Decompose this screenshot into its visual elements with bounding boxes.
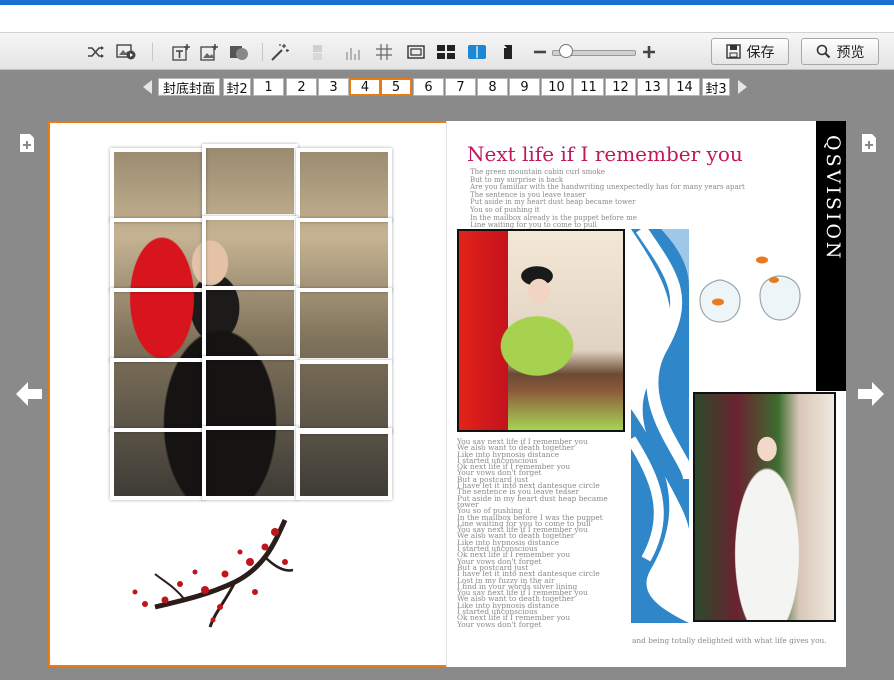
- save-icon: [725, 44, 741, 59]
- page-tab-6[interactable]: 6: [413, 78, 444, 96]
- page-tab-3[interactable]: 3: [318, 78, 349, 96]
- poem-text-bottom[interactable]: You say next life if I remember you We a…: [457, 438, 627, 629]
- save-button-label: 保存: [746, 44, 775, 61]
- photo-tile: [110, 148, 206, 222]
- poem-line: Put aside in my heart dust heap became: [457, 493, 608, 503]
- page-navigator: 封底封面 封2 1 2 3 4 5 6 7 8 9 10 11 12 13 14…: [0, 76, 894, 98]
- photo-tile: [110, 218, 206, 292]
- fishbowl-decoration[interactable]: [696, 250, 806, 330]
- menu-strip: [0, 5, 894, 32]
- musician-photo[interactable]: [457, 229, 625, 432]
- zoom-out-icon[interactable]: [530, 42, 550, 62]
- page-tab-cover[interactable]: 封底封面: [158, 78, 220, 97]
- album-title[interactable]: Next life if I remember you: [467, 142, 743, 166]
- page-tab-11[interactable]: 11: [573, 78, 604, 96]
- zoom-slider-handle[interactable]: [559, 44, 573, 58]
- photo-tile: [296, 148, 392, 222]
- layout-icon[interactable]: [436, 42, 456, 62]
- blue-swirl-decoration: [631, 229, 689, 623]
- toolbar: 保存 预览: [0, 32, 894, 70]
- photo-tile: [202, 144, 298, 218]
- photo-tile: [110, 428, 206, 500]
- photo-tile: [296, 428, 392, 500]
- page-tab-8[interactable]: 8: [477, 78, 508, 96]
- page-nav-next-arrow[interactable]: [738, 80, 747, 94]
- arrow-left-icon[interactable]: [15, 381, 43, 411]
- photo-tile: [202, 426, 298, 500]
- brand-logo-text: QSVISION: [822, 135, 844, 262]
- page-tab-13[interactable]: 13: [637, 78, 668, 96]
- add-page-right-icon[interactable]: [860, 133, 878, 157]
- image-video-icon[interactable]: [116, 42, 136, 62]
- page-tab-2[interactable]: 2: [286, 78, 317, 96]
- add-shape-icon[interactable]: [229, 42, 249, 62]
- photo-tile: [110, 288, 206, 362]
- bride-photo[interactable]: [693, 392, 836, 622]
- zoom-in-icon[interactable]: [639, 42, 659, 62]
- book-spread-icon[interactable]: [467, 42, 487, 62]
- page-tab-12[interactable]: 12: [605, 78, 636, 96]
- frame-icon[interactable]: [406, 42, 426, 62]
- magic-wand-icon[interactable]: [270, 42, 290, 62]
- preview-button-label: 预览: [836, 44, 865, 61]
- add-text-icon[interactable]: [172, 42, 192, 62]
- page-tab-back-inner-cover[interactable]: 封3: [702, 78, 730, 97]
- photo-tile: [296, 218, 392, 292]
- save-button[interactable]: 保存: [711, 38, 789, 65]
- toolbar-separator: [262, 43, 263, 61]
- photo-tile: [296, 288, 392, 362]
- page-nav-prev-arrow[interactable]: [143, 80, 152, 94]
- page-tab-1[interactable]: 1: [253, 78, 284, 96]
- bar-icon[interactable]: [344, 42, 364, 62]
- layer-icon[interactable]: [308, 42, 328, 62]
- page-tab-5[interactable]: 5: [380, 78, 412, 96]
- arrow-right-icon[interactable]: [857, 381, 885, 411]
- page-tab-10[interactable]: 10: [541, 78, 572, 96]
- photo-tile: [110, 358, 206, 432]
- poem-line: Your vows don't forget: [457, 619, 542, 629]
- photo-tile: [202, 216, 298, 290]
- photo-tile: [202, 356, 298, 430]
- single-page-icon[interactable]: [498, 42, 518, 62]
- album-spine: [446, 121, 447, 667]
- poem-text-top[interactable]: The green mountain cabin curl smoke But …: [470, 168, 800, 230]
- page-tab-14[interactable]: 14: [669, 78, 700, 96]
- add-image-icon[interactable]: [200, 42, 220, 62]
- shuffle-icon[interactable]: [86, 42, 106, 62]
- page-tab-4[interactable]: 4: [349, 78, 381, 96]
- photo-tile: [202, 286, 298, 360]
- page-tab-9[interactable]: 9: [509, 78, 540, 96]
- grid-icon[interactable]: [374, 42, 394, 62]
- search-icon: [816, 44, 830, 59]
- footer-caption[interactable]: and being totally delighted with what li…: [632, 636, 827, 645]
- tiled-photo-collage[interactable]: [110, 144, 392, 500]
- page-tab-inner-cover[interactable]: 封2: [223, 78, 251, 97]
- plum-blossom-decoration[interactable]: [125, 512, 295, 630]
- add-page-left-icon[interactable]: [18, 133, 36, 157]
- photo-tile: [296, 360, 392, 434]
- preview-button[interactable]: 预览: [801, 38, 879, 65]
- page-tab-7[interactable]: 7: [445, 78, 476, 96]
- toolbar-separator: [152, 43, 153, 61]
